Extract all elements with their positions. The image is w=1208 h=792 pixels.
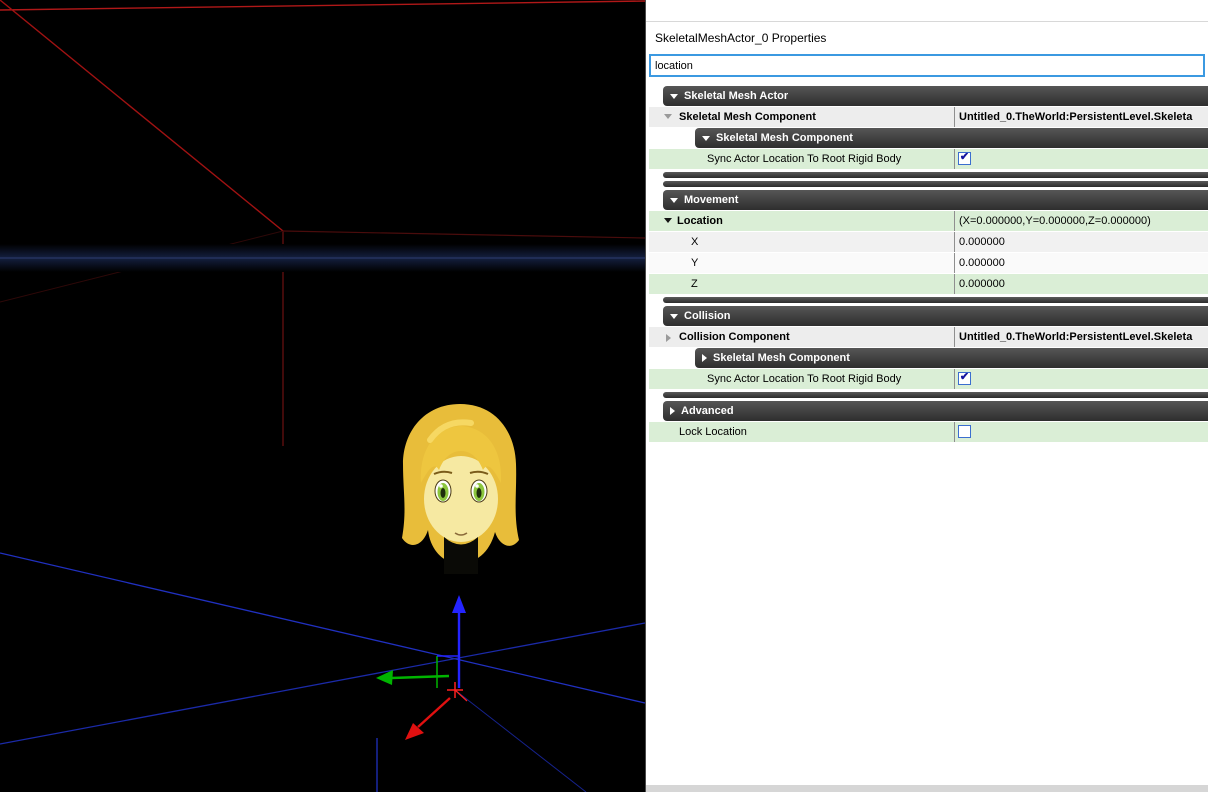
check-icon: ✔ [959,151,970,163]
section-header-collision[interactable]: Collision [663,306,1208,326]
column-divider [954,369,955,389]
property-row-collision-component[interactable]: Collision Component Untitled_0.TheWorld:… [649,327,1208,347]
collapse-arrow-icon [670,93,678,99]
gizmo-z-axis[interactable] [452,595,466,688]
expand-arrow-icon [702,354,707,362]
column-divider [954,149,955,169]
left-eye [434,479,452,503]
properties-panel: SkeletalMeshActor_0 Properties Skeletal … [645,0,1208,792]
gizmo-x-axis[interactable] [405,697,451,740]
property-row-skeletal-mesh-component[interactable]: Skeletal Mesh Component Untitled_0.TheWo… [649,107,1208,127]
property-grid: Skeletal Mesh Actor Skeletal Mesh Compon… [646,77,1208,442]
panel-title: SkeletalMeshActor_0 Properties [655,30,827,45]
section-title: Collision [684,310,731,322]
collapse-arrow-icon [702,135,710,141]
property-label: X [691,236,699,248]
property-label: Sync Actor Location To Root Rigid Body [707,373,902,385]
checkbox-checked[interactable]: ✔ [958,372,971,385]
check-icon: ✔ [959,371,970,383]
panel-bottom-strip [646,785,1208,792]
subsection-header-skeletal-mesh-component[interactable]: Skeletal Mesh Component [695,128,1208,148]
horizon-glow [0,244,645,272]
right-eye [470,479,488,503]
grid-lines-blue [0,552,645,792]
collapse-arrow-icon [670,313,678,319]
property-label: Location [677,215,723,227]
property-label: Skeletal Mesh Component [679,111,816,123]
property-value[interactable]: Untitled_0.TheWorld:PersistentLevel.Skel… [954,327,1208,347]
expand-arrow-icon[interactable] [666,334,671,342]
checkbox-checked[interactable]: ✔ [958,152,971,165]
character-head-mesh[interactable] [402,404,519,574]
property-label: Lock Location [679,426,747,438]
property-value[interactable]: (X=0.000000,Y=0.000000,Z=0.000000) [954,211,1208,231]
property-value[interactable]: 0.000000 [954,232,1208,252]
property-label: Sync Actor Location To Root Rigid Body [707,153,902,165]
subsection-title: Skeletal Mesh Component [716,132,853,144]
property-row-location-z[interactable]: Z 0.000000 [649,274,1208,294]
collapse-arrow-icon[interactable] [664,218,672,223]
viewport-scene [0,0,645,792]
section-header-advanced[interactable]: Advanced [663,401,1208,421]
property-label: Y [691,257,699,269]
face [424,456,498,542]
brush-wireframe-red [0,0,645,446]
property-row-lock-location[interactable]: Lock Location [649,422,1208,442]
section-header-movement[interactable]: Movement [663,190,1208,210]
section-title: Advanced [681,405,734,417]
expand-arrow-icon [670,407,675,415]
property-label: Z [691,278,698,290]
property-label: Collision Component [679,331,790,343]
search-bar [646,53,1208,77]
search-input[interactable] [649,54,1205,77]
section-divider-bar [663,297,1208,303]
collapse-arrow-icon[interactable] [664,114,672,119]
editor-window: SkeletalMeshActor_0 Properties Skeletal … [0,0,1208,792]
section-divider-bar [663,181,1208,187]
translation-gizmo [376,595,468,740]
column-divider [954,422,955,442]
section-title: Movement [684,194,739,206]
collapse-arrow-icon [670,197,678,203]
gizmo-y-axis[interactable] [376,670,450,685]
property-row-sync-actor-location-collision[interactable]: Sync Actor Location To Root Rigid Body ✔ [649,369,1208,389]
property-row-sync-actor-location[interactable]: Sync Actor Location To Root Rigid Body ✔ [649,149,1208,169]
section-divider-bar [663,392,1208,398]
subsection-header-skeletal-mesh-component-collision[interactable]: Skeletal Mesh Component [695,348,1208,368]
property-value[interactable]: 0.000000 [954,253,1208,273]
property-row-location-y[interactable]: Y 0.000000 [649,253,1208,273]
checkbox-unchecked[interactable] [958,425,971,438]
section-title: Skeletal Mesh Actor [684,90,789,102]
subsection-title: Skeletal Mesh Component [713,352,850,364]
section-divider-bar [663,172,1208,178]
section-header-skeletal-mesh-actor[interactable]: Skeletal Mesh Actor [663,86,1208,106]
panel-top-strip [646,0,1208,22]
property-value[interactable]: Untitled_0.TheWorld:PersistentLevel.Skel… [954,107,1208,127]
property-value[interactable]: 0.000000 [954,274,1208,294]
property-row-location-x[interactable]: X 0.000000 [649,232,1208,252]
viewport-3d[interactable] [0,0,645,792]
property-row-location[interactable]: Location (X=0.000000,Y=0.000000,Z=0.0000… [649,211,1208,231]
